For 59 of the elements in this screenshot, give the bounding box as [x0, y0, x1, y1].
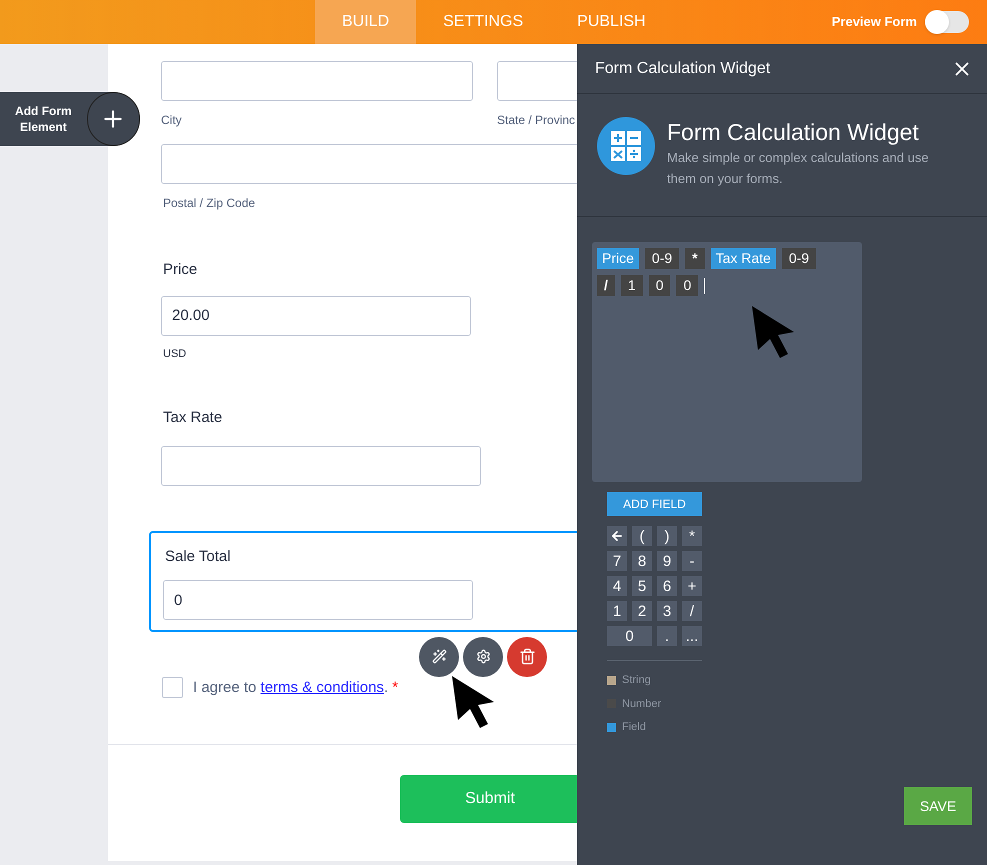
keypad-key[interactable]: ... [682, 626, 702, 646]
widget-title: Form Calculation Widget [667, 118, 920, 147]
field-sublabel: USD [162, 346, 188, 362]
legend-label: Field [622, 720, 646, 735]
formula-token[interactable]: 0-9 [782, 248, 816, 269]
agree-checkbox[interactable] [162, 677, 183, 698]
city-field[interactable] [161, 61, 473, 101]
keypad-key[interactable]: 2 [632, 601, 652, 621]
trash-icon [518, 648, 536, 665]
add-form-element-button[interactable]: Add Form Element [0, 92, 140, 146]
terms-link[interactable]: terms & conditions [260, 678, 384, 696]
delete-button[interactable] [507, 636, 547, 676]
formula-token[interactable]: / [597, 275, 615, 296]
keypad-key[interactable]: - [682, 551, 702, 571]
keypad-key[interactable]: 7 [607, 551, 627, 571]
magic-wand-icon [432, 649, 446, 664]
calculator-icon [597, 117, 655, 175]
formula-editor[interactable]: Price 0-9 * Tax Rate 0-9 / 1 0 0 [592, 242, 862, 482]
keypad-key[interactable]: ( [632, 526, 652, 546]
backspace-key[interactable] [607, 526, 627, 546]
keypad-key[interactable]: . [657, 626, 677, 646]
tax-rate-field[interactable] [161, 446, 481, 486]
field-sublabel: City [161, 112, 183, 129]
wand-button[interactable] [419, 636, 459, 676]
price-field[interactable]: 20.00 [161, 296, 471, 336]
legend-label: String [622, 673, 651, 688]
keypad-key[interactable]: 3 [657, 601, 677, 621]
keypad-key[interactable]: / [682, 601, 702, 621]
legend-label: Number [622, 696, 662, 712]
keypad-key[interactable]: + [682, 576, 702, 596]
formula-token[interactable]: 1 [620, 275, 643, 296]
widget-description: Make simple or complex calculations and use them on your forms. [667, 149, 930, 188]
agree-text: I agree to terms & conditions. * [193, 678, 398, 698]
settings-button[interactable] [463, 636, 503, 676]
field-label: Price [162, 260, 198, 280]
formula-token[interactable]: 0-9 [644, 248, 680, 269]
gear-icon [476, 649, 490, 664]
keypad-key[interactable]: 4 [607, 576, 627, 596]
keypad-key[interactable]: 1 [607, 601, 627, 621]
field-sublabel: State / Provinc [497, 112, 576, 129]
field-label: Sale Total [164, 546, 232, 566]
sale-total-field[interactable]: 0 [163, 580, 473, 620]
field-label: Tax Rate [162, 408, 224, 428]
keypad-key[interactable]: ) [657, 526, 677, 546]
keypad-key[interactable]: * [682, 526, 702, 546]
postal-field[interactable] [161, 144, 577, 184]
field-sublabel: Postal / Zip Code [162, 195, 256, 212]
keypad-key[interactable]: 8 [632, 551, 652, 571]
keypad-key[interactable]: 0 [607, 626, 652, 646]
keypad-key[interactable]: 6 [657, 576, 677, 596]
panel-title: Form Calculation Widget [595, 58, 770, 78]
sale-total-block[interactable]: Sale Total 0 [149, 530, 577, 632]
preview-label: Preview Form [832, 13, 917, 32]
preview-toggle[interactable] [925, 11, 969, 33]
formula-token[interactable]: 0 [676, 275, 698, 296]
keypad-key[interactable]: 9 [657, 551, 677, 571]
formula-token[interactable]: * [685, 248, 705, 269]
formula-token[interactable]: 0 [648, 275, 670, 296]
keypad-key[interactable]: 5 [632, 576, 652, 596]
